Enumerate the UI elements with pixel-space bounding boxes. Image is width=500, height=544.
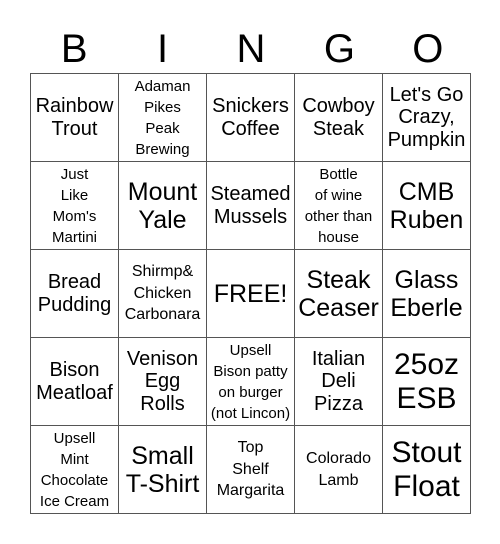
bingo-cell[interactable]: Venison Egg Rolls — [119, 338, 207, 426]
cell-label: Just Like Mom's Martini — [51, 165, 97, 246]
bingo-cell[interactable]: Stout Float — [383, 426, 471, 514]
bingo-cell[interactable]: Upsell Mint Chocolate Ice Cream — [31, 426, 119, 514]
cell-label: Bison Meatloaf — [36, 359, 113, 404]
bingo-cell[interactable]: Snickers Coffee — [207, 74, 295, 162]
cell-label: Steamed Mussels — [210, 183, 291, 228]
bingo-cell[interactable]: Glass Eberle — [383, 250, 471, 338]
bingo-cell[interactable]: Colorado Lamb — [295, 426, 383, 514]
cell-label: Let's Go Crazy, Pumpkin — [387, 83, 466, 151]
bingo-cell[interactable]: Just Like Mom's Martini — [31, 162, 119, 250]
cell-label: Snickers Coffee — [212, 95, 289, 140]
bingo-cell[interactable]: Rainbow Trout — [31, 74, 119, 162]
header-letter-i: I — [157, 27, 169, 71]
bingo-cell[interactable]: Bottle of wine other than house — [295, 162, 383, 250]
cell-label: Small T-Shirt — [125, 441, 200, 498]
cell-label: Italian Deli Pizza — [311, 347, 366, 415]
header-letter-b: B — [60, 27, 88, 71]
bingo-cell[interactable]: Mount Yale — [119, 162, 207, 250]
bingo-cell[interactable]: Top Shelf Margarita — [207, 426, 295, 514]
bingo-board: Rainbow Trout Adaman Pikes Peak Brewing Sn… — [30, 73, 471, 514]
bingo-cell[interactable]: Small T-Shirt — [119, 426, 207, 514]
cell-label: Venison Egg Rolls — [126, 347, 199, 415]
cell-label: Upsell Bison patty on burger (not Lincon… — [210, 341, 291, 422]
bingo-cell[interactable]: Cowboy Steak — [295, 74, 383, 162]
cell-label: FREE! — [213, 279, 288, 308]
bingo-cell[interactable]: Adaman Pikes Peak Brewing — [119, 74, 207, 162]
cell-label: Steak Ceaser — [298, 265, 379, 322]
bingo-cell[interactable]: Shirmp& Chicken Carbonara — [119, 250, 207, 338]
cell-label: Shirmp& Chicken Carbonara — [124, 263, 201, 324]
bingo-cell[interactable]: Steak Ceaser — [295, 250, 383, 338]
cell-label: Bottle of wine other than house — [304, 165, 373, 246]
header-letter-g: G — [323, 27, 355, 71]
bingo-cell[interactable]: Upsell Bison patty on burger (not Lincon… — [207, 338, 295, 426]
cell-label: Mount Yale — [127, 177, 198, 234]
header-letter-n: N — [236, 27, 266, 71]
bingo-cell[interactable]: Steamed Mussels — [207, 162, 295, 250]
bingo-cell[interactable]: Bread Pudding — [31, 250, 119, 338]
bingo-cell[interactable]: Italian Deli Pizza — [295, 338, 383, 426]
cell-label: 25oz ESB — [393, 347, 460, 415]
cell-label: Cowboy Steak — [302, 95, 375, 140]
bingo-cell[interactable]: 25oz ESB — [383, 338, 471, 426]
header-letter-o: O — [412, 27, 444, 71]
cell-label: Adaman Pikes Peak Brewing — [134, 77, 191, 158]
cell-label: Colorado Lamb — [306, 449, 371, 489]
cell-label: CMB Ruben — [389, 177, 464, 234]
cell-label: Rainbow Trout — [35, 95, 114, 140]
cell-label: Upsell Mint Chocolate Ice Cream — [39, 429, 110, 510]
bingo-cell[interactable]: CMB Ruben — [383, 162, 471, 250]
free-space-cell[interactable]: FREE! — [207, 250, 295, 338]
cell-label: Bread Pudding — [37, 271, 112, 316]
cell-label: Glass Eberle — [390, 265, 463, 322]
bingo-cell[interactable]: Let's Go Crazy, Pumpkin — [383, 74, 471, 162]
bingo-header: B I N G O — [30, 24, 472, 74]
bingo-cell[interactable]: Bison Meatloaf — [31, 338, 119, 426]
cell-label: Stout Float — [391, 435, 462, 503]
cell-label: Top Shelf Margarita — [216, 439, 285, 500]
